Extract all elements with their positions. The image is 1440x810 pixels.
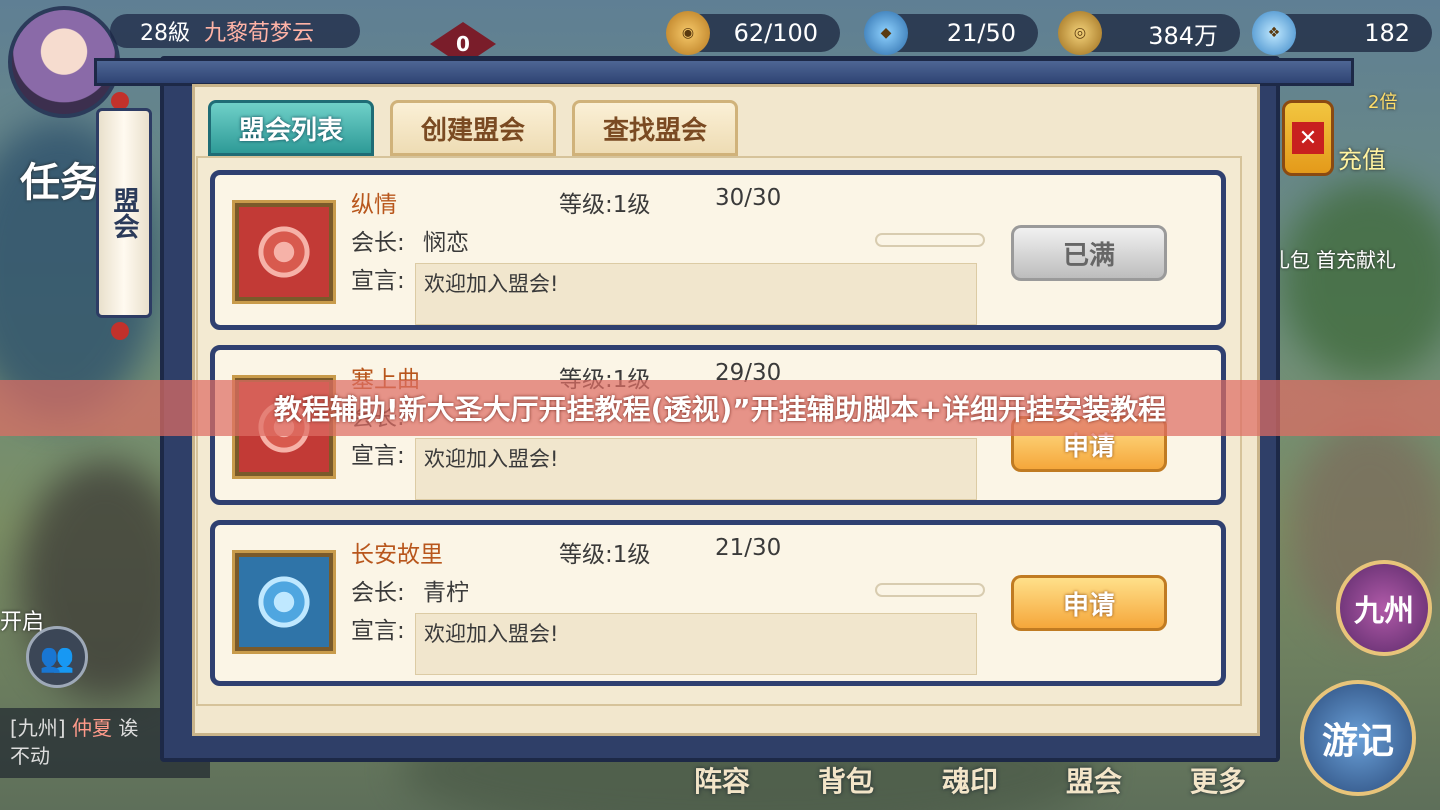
bottom-nav: 阵容 背包 魂印 盟会 更多 <box>660 760 1280 810</box>
crystal-bar[interactable]: ◆ 21/50 <box>864 11 1038 55</box>
gem-value: 182 <box>1364 19 1410 47</box>
declaration-text: 欢迎加入盟会! <box>415 263 977 325</box>
lantern-decoration: ✕ <box>1282 100 1334 176</box>
coin-value: 384万 <box>1148 21 1218 50</box>
tab-search-guild[interactable]: 查找盟会 <box>572 100 738 156</box>
declaration-text: 欢迎加入盟会! <box>415 438 977 500</box>
guild-emblem-icon <box>232 200 336 304</box>
panel-title: 盟会 <box>109 187 139 239</box>
level-label: 等级: <box>559 542 613 568</box>
player-name: 九黎荀梦云 <box>204 21 315 46</box>
recharge-button[interactable]: 充值 <box>1338 140 1386 175</box>
guild-card: 纵情 等级:1级 30/30 会长: 悯恋 宣言: 欢迎加入盟会! 已满 <box>210 170 1226 330</box>
nav-soul-seal[interactable]: 魂印 <box>908 760 1032 810</box>
scroll-knob-bottom <box>111 322 129 340</box>
stamina-icon: ◉ <box>666 11 710 55</box>
unlock-label: 开启 <box>0 610 45 635</box>
quest-button[interactable]: 任务 <box>20 150 100 208</box>
crystal-value: 21/50 <box>946 19 1016 47</box>
apply-button[interactable]: 申请 <box>1011 575 1167 631</box>
card-decoration <box>875 583 985 597</box>
travel-log-button[interactable]: 游记 <box>1300 680 1416 796</box>
guild-level: 等级:1级 <box>559 185 650 219</box>
overlay-banner-text: 教程辅助!新大圣大厅开挂教程(透视)”开挂辅助脚本+详细开挂安装教程 <box>273 393 1167 426</box>
overlay-banner: 教程辅助!新大圣大厅开挂教程(透视)”开挂辅助脚本+详细开挂安装教程 <box>0 380 1440 436</box>
nav-guild[interactable]: 盟会 <box>1032 760 1156 810</box>
guild-name: 纵情 <box>351 192 397 218</box>
leader-label: 会长: <box>351 580 405 606</box>
coin-bar[interactable]: ◎ 384万 <box>1058 11 1240 55</box>
level-value: 1级 <box>612 192 651 218</box>
friends-icon[interactable]: 👥 <box>26 626 88 688</box>
tab-guild-list[interactable]: 盟会列表 <box>208 100 374 156</box>
swirl-blue-icon <box>252 570 316 634</box>
declaration-text: 欢迎加入盟会! <box>415 613 977 675</box>
recharge-badge: 2倍 <box>1368 92 1398 113</box>
declaration-label: 宣言: <box>351 268 405 294</box>
guild-emblem-icon <box>232 550 336 654</box>
leader-name: 青柠 <box>423 580 469 606</box>
chat-channel: [九州] <box>10 716 66 740</box>
lantern-seal-icon: ✕ <box>1292 122 1324 154</box>
nav-more[interactable]: 更多 <box>1156 760 1280 810</box>
guild-members: 30/30 <box>715 185 782 211</box>
guild-members: 21/30 <box>715 535 782 561</box>
nav-lineup[interactable]: 阵容 <box>660 760 784 810</box>
region-button[interactable]: 九州 <box>1336 560 1432 656</box>
panel-title-scroll: 盟会 <box>96 108 152 318</box>
leader-name: 悯恋 <box>423 230 469 256</box>
chat-text: 诶 <box>118 716 139 740</box>
first-recharge-gift-button[interactable]: 首充献礼 <box>1316 244 1396 273</box>
red-badge-count: 0 <box>456 32 470 56</box>
chat-sender: 仲夏 <box>71 716 112 740</box>
player-level: 28級 <box>140 21 190 46</box>
declaration-label: 宣言: <box>351 618 405 644</box>
level-label: 等级: <box>559 192 613 218</box>
full-button[interactable]: 已满 <box>1011 225 1167 281</box>
guild-card: 长安故里 等级:1级 21/30 会长: 青柠 宣言: 欢迎加入盟会! 申请 <box>210 520 1226 686</box>
declaration-label: 宣言: <box>351 443 405 469</box>
guild-name: 长安故里 <box>351 542 443 568</box>
leader-label: 会长: <box>351 230 405 256</box>
panel-top-bar <box>94 58 1354 86</box>
guild-level: 等级:1级 <box>559 535 650 569</box>
nav-bag[interactable]: 背包 <box>784 760 908 810</box>
player-info-bar[interactable]: 28級 九黎荀梦云 <box>110 14 360 48</box>
gem-icon: ❖ <box>1252 11 1296 55</box>
tab-create-guild[interactable]: 创建盟会 <box>390 100 556 156</box>
level-value: 1级 <box>612 542 651 568</box>
stamina-value: 62/100 <box>733 19 818 47</box>
gem-bar[interactable]: ❖ 182 <box>1252 11 1432 55</box>
card-decoration <box>875 233 985 247</box>
stamina-bar[interactable]: ◉ 62/100 <box>666 11 840 55</box>
swirl-red-icon <box>252 220 316 284</box>
coin-icon: ◎ <box>1058 11 1102 55</box>
crystal-icon: ◆ <box>864 11 908 55</box>
